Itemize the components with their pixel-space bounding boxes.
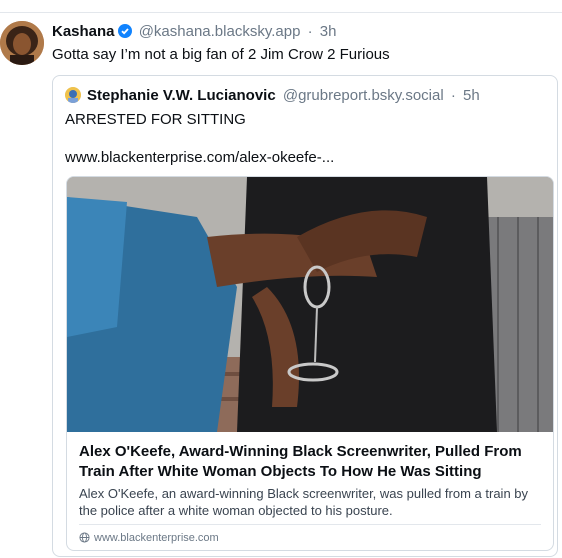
quote-avatar bbox=[65, 87, 81, 103]
feed-divider bbox=[0, 12, 562, 13]
globe-icon bbox=[79, 532, 90, 546]
separator-dot: · bbox=[450, 87, 456, 104]
link-preview-image bbox=[67, 177, 553, 432]
quote-author-handle[interactable]: @grubreport.bsky.social bbox=[283, 87, 444, 104]
avatar[interactable] bbox=[0, 21, 44, 65]
verified-badge-icon bbox=[117, 24, 132, 42]
quoted-post[interactable]: Stephanie V.W. Lucianovic @grubreport.bs… bbox=[52, 75, 558, 557]
quote-text: ARRESTED FOR SITTING bbox=[65, 111, 246, 128]
separator-dot: · bbox=[307, 23, 313, 40]
post-header: Kashana @kashana.blacksky.app · 3h bbox=[52, 23, 336, 42]
quote-time[interactable]: 5h bbox=[463, 87, 480, 104]
post-text: Gotta say I’m not a big fan of 2 Jim Cro… bbox=[52, 46, 390, 63]
quote-link[interactable]: www.blackenterprise.com/alex-okeefe-... bbox=[65, 149, 334, 166]
quote-header: Stephanie V.W. Lucianovic @grubreport.bs… bbox=[87, 87, 480, 104]
link-preview-domain: www.blackenterprise.com bbox=[79, 532, 219, 546]
card-divider bbox=[79, 524, 541, 525]
author-name[interactable]: Kashana bbox=[52, 23, 115, 40]
post-time[interactable]: 3h bbox=[320, 23, 337, 40]
link-preview-card[interactable]: Alex O'Keefe, Award-Winning Black Screen… bbox=[66, 176, 554, 551]
link-preview-title: Alex O'Keefe, Award-Winning Black Screen… bbox=[79, 443, 522, 480]
link-preview-description: Alex O'Keefe, an award-winning Black scr… bbox=[79, 486, 529, 518]
quote-author-name[interactable]: Stephanie V.W. Lucianovic bbox=[87, 87, 276, 104]
author-handle[interactable]: @kashana.blacksky.app bbox=[139, 23, 301, 40]
link-preview-domain-text: www.blackenterprise.com bbox=[94, 532, 219, 544]
